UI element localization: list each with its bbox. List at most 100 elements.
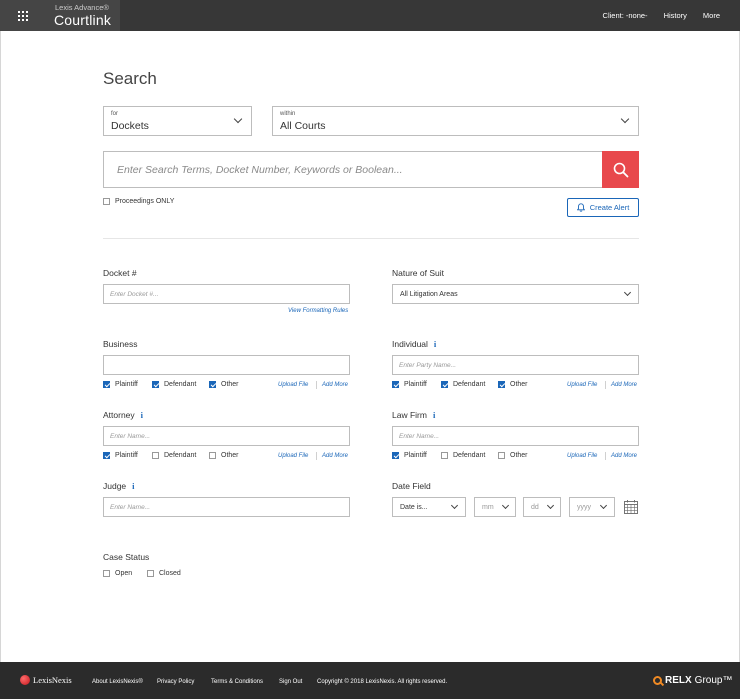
other-label: Other <box>510 452 528 459</box>
law-firm-other-checkbox[interactable]: Other <box>498 452 528 459</box>
docket-input[interactable]: Enter Docket #... <box>103 284 350 304</box>
top-nav: Client: -none- History More <box>603 0 720 31</box>
nature-value: All Litigation Areas <box>400 290 458 298</box>
lexisnexis-logo-icon <box>20 675 30 685</box>
relx-logo[interactable]: RELX Group™ <box>653 675 732 686</box>
business-upload-file-link[interactable]: Upload File <box>278 382 308 388</box>
view-formatting-rules-link[interactable]: View Formatting Rules <box>288 308 348 314</box>
brand-sup: Lexis Advance® <box>55 3 109 12</box>
info-icon[interactable]: i <box>132 481 134 491</box>
info-icon[interactable]: i <box>434 339 436 349</box>
law-firm-add-more-link[interactable]: Add More <box>611 453 637 459</box>
attorney-other-checkbox[interactable]: Other <box>209 452 239 459</box>
law-firm-input[interactable]: Enter Name... <box>392 426 639 446</box>
attorney-defendant-checkbox[interactable]: Defendant <box>152 452 196 459</box>
checkbox-checked[interactable] <box>392 381 399 388</box>
nature-of-suit-select[interactable]: All Litigation Areas <box>392 284 639 304</box>
law-firm-upload-file-link[interactable]: Upload File <box>567 453 597 459</box>
attorney-input[interactable]: Enter Name... <box>103 426 350 446</box>
individual-upload-file-link[interactable]: Upload File <box>567 382 597 388</box>
chevron-down-icon <box>620 114 630 124</box>
case-status-label: Case Status <box>103 552 149 562</box>
info-icon[interactable]: i <box>141 410 143 420</box>
day-select[interactable]: dd <box>523 497 561 517</box>
brand-main: Courtlink <box>54 12 112 28</box>
calendar-icon[interactable] <box>624 500 638 514</box>
attorney-add-more-link[interactable]: Add More <box>322 453 348 459</box>
checkbox-checked[interactable] <box>103 452 110 459</box>
year-select[interactable]: yyyy <box>569 497 615 517</box>
relx-logo-icon <box>653 676 662 685</box>
within-value: All Courts <box>280 120 326 132</box>
docket-label-text: Docket # <box>103 268 137 278</box>
lexisnexis-logo[interactable]: LexisNexis <box>20 675 72 685</box>
docket-placeholder: Enter Docket #... <box>110 290 159 298</box>
proceedings-only-checkbox[interactable]: Proceedings ONLY <box>103 198 174 205</box>
business-defendant-checkbox[interactable]: Defendant <box>152 381 196 388</box>
checkbox[interactable] <box>441 452 448 459</box>
checkbox-checked[interactable] <box>152 381 159 388</box>
search-button[interactable] <box>602 151 639 188</box>
month-select[interactable]: mm <box>474 497 516 517</box>
checkbox-checked[interactable] <box>209 381 216 388</box>
checkbox[interactable] <box>498 452 505 459</box>
plaintiff-label: Plaintiff <box>404 452 427 459</box>
case-status-open-checkbox[interactable]: Open <box>103 570 132 577</box>
attorney-upload-file-link[interactable]: Upload File <box>278 453 308 459</box>
footer-privacy-link[interactable]: Privacy Policy <box>157 679 194 685</box>
individual-input[interactable]: Enter Party Name... <box>392 355 639 375</box>
search-box <box>103 151 603 188</box>
checkbox-checked[interactable] <box>441 381 448 388</box>
year-value: yyyy <box>577 503 591 511</box>
footer-about-link[interactable]: About LexisNexis® <box>92 679 143 685</box>
attorney-plaintiff-checkbox[interactable]: Plaintiff <box>103 452 138 459</box>
law-firm-defendant-checkbox[interactable]: Defendant <box>441 452 485 459</box>
business-label: Business <box>103 339 138 349</box>
search-input[interactable] <box>104 152 603 187</box>
business-plaintiff-checkbox[interactable]: Plaintiff <box>103 381 138 388</box>
individual-plaintiff-checkbox[interactable]: Plaintiff <box>392 381 427 388</box>
lexisnexis-logo-text: LexisNexis <box>33 675 72 685</box>
search-icon <box>613 162 628 177</box>
within-select[interactable]: within All Courts <box>272 106 639 136</box>
day-value: dd <box>531 503 539 511</box>
info-icon[interactable]: i <box>433 410 435 420</box>
create-alert-button[interactable]: Create Alert <box>567 198 639 217</box>
checkbox[interactable] <box>209 452 216 459</box>
other-label: Other <box>510 381 528 388</box>
footer-terms-link[interactable]: Terms & Conditions <box>211 679 263 685</box>
individual-add-more-link[interactable]: Add More <box>611 382 637 388</box>
more-link[interactable]: More <box>703 11 720 20</box>
checkbox[interactable] <box>103 570 110 577</box>
for-select[interactable]: for Dockets <box>103 106 252 136</box>
footer-sign-out-link[interactable]: Sign Out <box>279 679 302 685</box>
within-label: within <box>280 111 296 117</box>
brand-logo[interactable]: Lexis Advance® Courtlink <box>46 0 120 31</box>
grid-icon <box>18 10 28 21</box>
other-label: Other <box>221 452 239 459</box>
checkbox-checked[interactable] <box>392 452 399 459</box>
link-separator <box>605 381 606 389</box>
business-add-more-link[interactable]: Add More <box>322 382 348 388</box>
judge-input[interactable]: Enter Name... <box>103 497 350 517</box>
closed-label: Closed <box>159 570 181 577</box>
app-menu-button[interactable] <box>0 0 46 31</box>
checkbox[interactable] <box>152 452 159 459</box>
judge-placeholder: Enter Name... <box>110 503 151 511</box>
checkbox-checked[interactable] <box>498 381 505 388</box>
case-status-closed-checkbox[interactable]: Closed <box>147 570 181 577</box>
business-other-checkbox[interactable]: Other <box>209 381 239 388</box>
law-firm-plaintiff-checkbox[interactable]: Plaintiff <box>392 452 427 459</box>
create-alert-label: Create Alert <box>589 203 630 212</box>
individual-defendant-checkbox[interactable]: Defendant <box>441 381 485 388</box>
client-link[interactable]: Client: -none- <box>603 11 648 20</box>
main-content: Search for Dockets within All Courts Pro… <box>0 31 740 662</box>
date-type-select[interactable]: Date is... <box>392 497 466 517</box>
business-input[interactable] <box>103 355 350 375</box>
checkbox[interactable] <box>103 198 110 205</box>
checkbox[interactable] <box>147 570 154 577</box>
individual-other-checkbox[interactable]: Other <box>498 381 528 388</box>
footer: LexisNexis About LexisNexis® Privacy Pol… <box>0 662 740 699</box>
checkbox-checked[interactable] <box>103 381 110 388</box>
history-link[interactable]: History <box>664 11 687 20</box>
